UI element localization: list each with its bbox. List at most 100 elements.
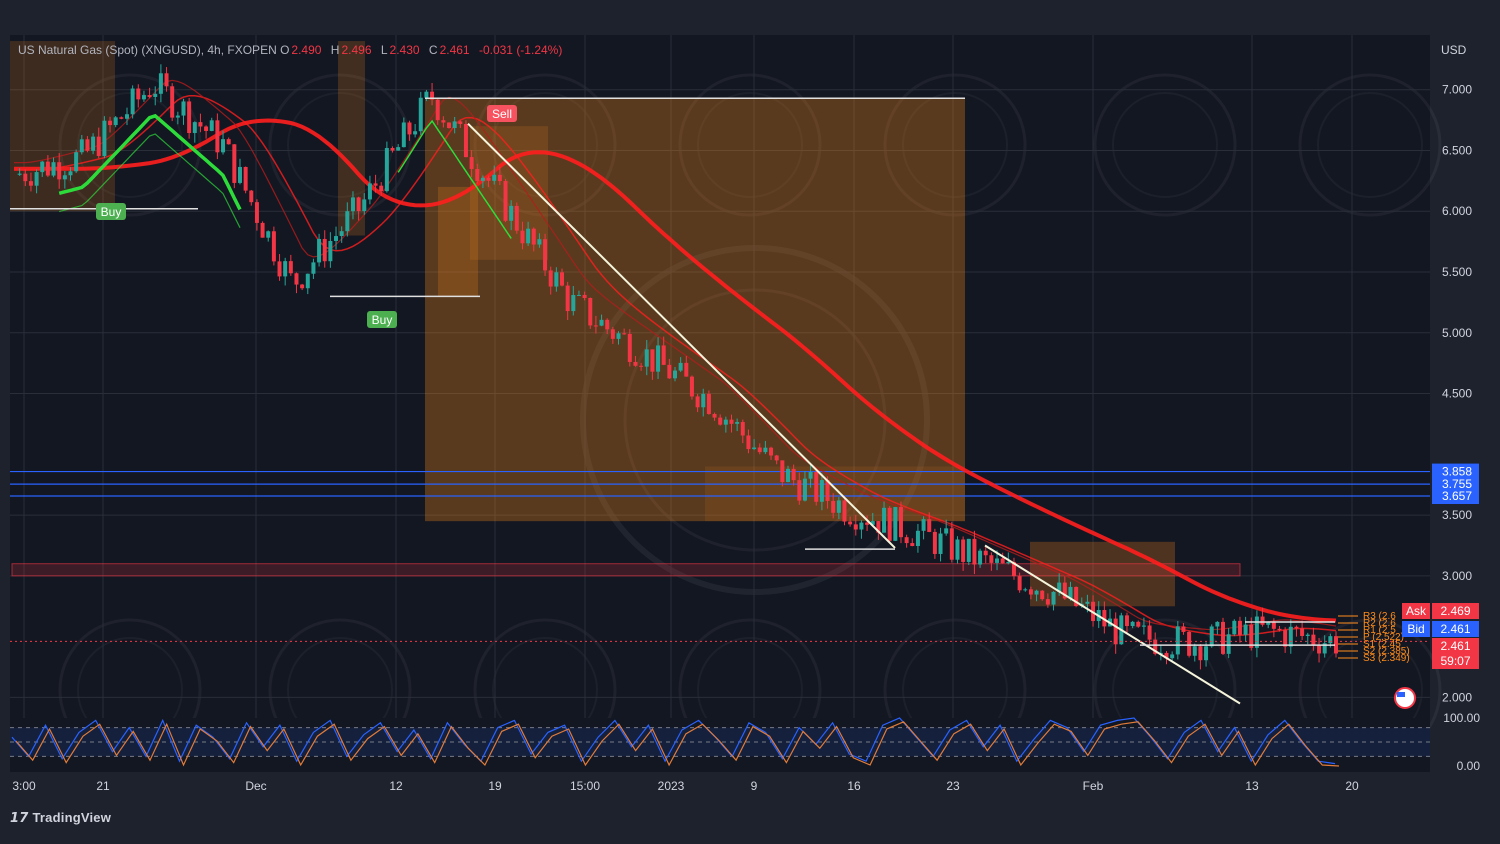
price-tick-label: 5.000 bbox=[1442, 326, 1472, 340]
candle-body bbox=[882, 507, 887, 533]
candle-body bbox=[565, 285, 570, 312]
candle-body bbox=[62, 175, 67, 180]
high-label: H bbox=[330, 43, 340, 57]
candle-body bbox=[1170, 654, 1175, 659]
time-tick-label: 21 bbox=[96, 779, 110, 793]
candle-body bbox=[656, 345, 661, 372]
candle-body bbox=[130, 88, 135, 115]
candle-body bbox=[752, 447, 757, 450]
candle-body bbox=[74, 152, 79, 172]
candle-body bbox=[819, 480, 824, 502]
low-label: L bbox=[380, 43, 388, 57]
candle-body bbox=[797, 480, 802, 501]
candle-body bbox=[175, 115, 180, 118]
price-tick-label: 3.500 bbox=[1442, 508, 1472, 522]
candle-body bbox=[774, 455, 779, 461]
candle-body bbox=[463, 124, 468, 158]
candle-body bbox=[859, 522, 864, 530]
candle-body bbox=[622, 333, 627, 335]
candle-body bbox=[345, 211, 350, 232]
candle-body bbox=[28, 181, 33, 186]
candle-body bbox=[526, 228, 531, 244]
time-tick-label: 19 bbox=[488, 779, 502, 793]
candle-body bbox=[780, 460, 785, 482]
candle-body bbox=[1226, 634, 1231, 654]
candle-body bbox=[576, 294, 581, 296]
symbol-name[interactable]: US Natural Gas (Spot) (XNGUSD), 4h, FXOP… bbox=[18, 43, 277, 57]
candle-body bbox=[469, 157, 474, 169]
oscillator-tick-label: 0.00 bbox=[1457, 759, 1481, 773]
candle-body bbox=[249, 190, 254, 203]
chart-canvas[interactable]: BuyBuySellR3 (2.6R2 (2.6R1 (2.5P (2.522)… bbox=[0, 0, 1500, 844]
candle-body bbox=[921, 519, 926, 531]
candle-body bbox=[164, 73, 169, 87]
high-value: 2.496 bbox=[341, 43, 372, 57]
candle-body bbox=[294, 273, 299, 285]
candle-body bbox=[904, 537, 909, 544]
price-tick-label: 7.000 bbox=[1442, 83, 1472, 97]
candle-body bbox=[119, 117, 124, 119]
price-tick-label: 2.000 bbox=[1442, 690, 1472, 704]
candle-body bbox=[1017, 576, 1022, 591]
candle-body bbox=[785, 468, 790, 482]
candle-body bbox=[447, 122, 452, 128]
candle-body bbox=[1136, 621, 1141, 627]
candle-body bbox=[1221, 621, 1226, 654]
candle-body bbox=[650, 349, 655, 372]
candle-body bbox=[599, 319, 604, 326]
symbol-legend: US Natural Gas (Spot) (XNGUSD), 4h, FXOP… bbox=[18, 43, 568, 57]
candle-body bbox=[283, 261, 288, 277]
candle-body bbox=[689, 376, 694, 397]
candle-body bbox=[34, 172, 39, 186]
candle-body bbox=[712, 413, 717, 418]
candle-body bbox=[96, 136, 101, 156]
candle-body bbox=[40, 161, 45, 173]
candle-body bbox=[927, 519, 932, 532]
candle-body bbox=[124, 114, 129, 119]
candle-body bbox=[497, 174, 502, 182]
oscillator-pane[interactable]: 100.00 0.00 bbox=[10, 711, 1480, 773]
time-tick-label: Feb bbox=[1083, 779, 1104, 793]
candle-body bbox=[339, 231, 344, 237]
time-axis[interactable]: 3:00 21 Dec 12 19 15:00 2023 9 16 23 Feb 13 20 bbox=[12, 779, 1359, 793]
candle-body bbox=[413, 131, 418, 135]
tradingview-logo[interactable]: 17 TradingView bbox=[10, 810, 111, 826]
close-value: 2.461 bbox=[439, 43, 470, 57]
price-tick-label: 6.000 bbox=[1442, 204, 1472, 218]
time-tick-label: 2023 bbox=[658, 779, 685, 793]
candle-body bbox=[520, 230, 525, 244]
price-tick-label: 5.500 bbox=[1442, 265, 1472, 279]
candle-body bbox=[141, 95, 146, 100]
candle-body bbox=[390, 148, 395, 151]
low-value: 2.430 bbox=[389, 43, 420, 57]
candle-body bbox=[1198, 646, 1203, 661]
candle-body bbox=[226, 139, 231, 145]
buy-signal-label: Buy bbox=[101, 205, 122, 219]
candle-body bbox=[221, 139, 226, 153]
candle-body bbox=[995, 558, 1000, 563]
candle-body bbox=[452, 121, 457, 128]
candle-body bbox=[1209, 626, 1214, 647]
candle-body bbox=[1175, 626, 1180, 655]
close-label: C bbox=[428, 43, 438, 57]
candle-body bbox=[198, 122, 203, 127]
candle-body bbox=[932, 531, 937, 554]
candle-body bbox=[153, 93, 158, 97]
candle-body bbox=[853, 524, 858, 530]
candle-body bbox=[695, 396, 700, 408]
candle-body bbox=[627, 333, 632, 362]
candle-body bbox=[17, 173, 22, 175]
us-flag-icon[interactable] bbox=[1394, 687, 1416, 709]
candle-body bbox=[379, 185, 384, 192]
candle-body bbox=[718, 417, 723, 425]
candle-body bbox=[684, 362, 689, 377]
candle-body bbox=[989, 555, 994, 563]
candle-body bbox=[1283, 630, 1288, 647]
candle-body bbox=[1187, 631, 1192, 656]
time-tick-label: 9 bbox=[751, 779, 758, 793]
open-value: 2.490 bbox=[291, 43, 322, 57]
brand-name: TradingView bbox=[32, 810, 112, 825]
candle-body bbox=[605, 319, 610, 330]
time-tick-label: 20 bbox=[1345, 779, 1359, 793]
bid-price-label: 2.461 bbox=[1440, 622, 1470, 636]
